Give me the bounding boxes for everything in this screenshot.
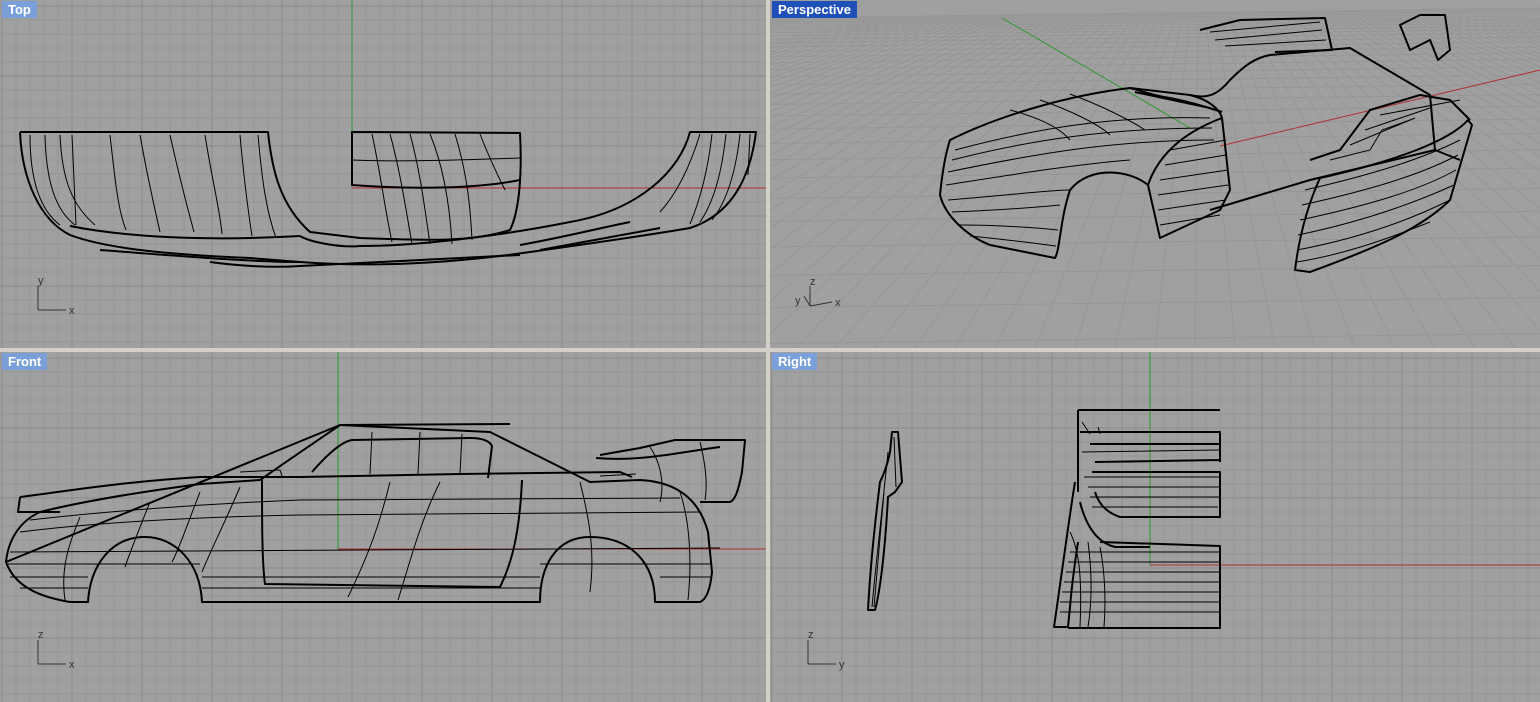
axis-b-label: x (69, 305, 75, 317)
grid-line (770, 297, 1540, 309)
axis-c-label: x (835, 297, 841, 309)
top-view-canvas[interactable]: y x (0, 0, 766, 348)
viewport-front[interactable]: Front z x (0, 352, 766, 702)
viewport-front-label[interactable]: Front (2, 353, 48, 370)
grid-line (1194, 17, 1199, 348)
right-view-canvas[interactable]: z y (770, 352, 1540, 702)
grid-line (1154, 17, 1191, 348)
axis-a-label: y (38, 275, 44, 287)
grid-line (1205, 17, 1236, 348)
perspective-view-canvas[interactable]: z y x (770, 0, 1540, 348)
grid-line (770, 264, 1540, 276)
viewport-right[interactable]: Right z y (770, 352, 1540, 702)
perspective-grid (770, 7, 1540, 348)
grid-line (1509, 17, 1540, 27)
axis-b-label: y (795, 295, 801, 307)
viewport-top[interactable]: Top y x (0, 0, 766, 348)
grid-line (914, 17, 1143, 348)
grid-line (770, 74, 1540, 86)
viewport-perspective-label[interactable]: Perspective (772, 1, 857, 18)
axis-a-label: z (810, 276, 816, 288)
front-grid (0, 352, 766, 702)
grid-line (954, 17, 1151, 348)
car-wireframe-front[interactable] (5, 423, 746, 603)
grid-line (1237, 17, 1396, 348)
grid-line (1074, 17, 1175, 348)
axis-a-label: z (38, 629, 44, 641)
viewport-top-label[interactable]: Top (2, 1, 37, 18)
grid-line (770, 46, 1540, 58)
grid-line (770, 236, 1540, 248)
front-view-canvas[interactable]: z x (0, 352, 766, 702)
car-wireframe-right[interactable] (867, 409, 1221, 629)
viewport-perspective[interactable]: Perspective z y x (770, 0, 1540, 348)
axis-b-label: x (69, 659, 75, 671)
viewport-right-label[interactable]: Right (772, 353, 818, 370)
grid-line (770, 17, 871, 44)
grid-line (770, 7, 1540, 19)
axis-a-label: z (808, 629, 814, 641)
axis-b-label: y (839, 659, 845, 671)
grid-line (1245, 17, 1436, 348)
grid-line (1533, 17, 1540, 20)
grid-line (1229, 17, 1356, 348)
grid-line (770, 17, 879, 47)
